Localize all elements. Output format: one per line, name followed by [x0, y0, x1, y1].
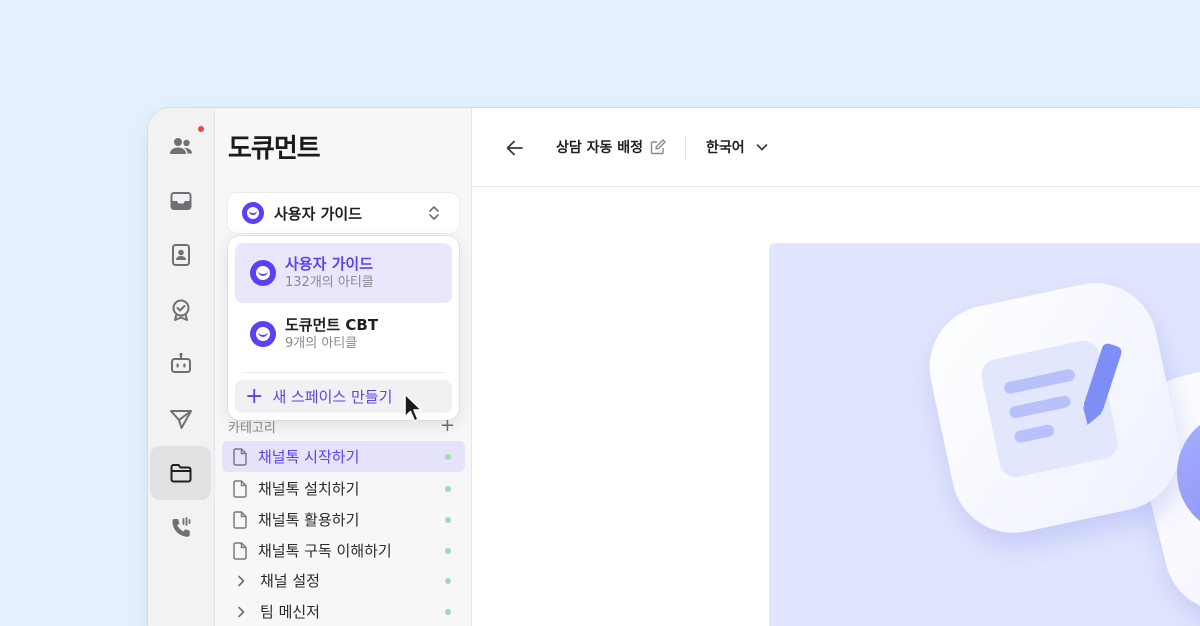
- dropdown-divider: [242, 372, 445, 373]
- hero-illustration: [769, 243, 1200, 626]
- space-logo-icon: [250, 260, 276, 286]
- team-icon: [169, 138, 192, 154]
- document-icon: [233, 541, 247, 560]
- badge-icon: [172, 299, 189, 321]
- rail-documents[interactable]: [150, 446, 211, 500]
- rail-send[interactable]: [150, 392, 211, 446]
- nav-item-team-messenger[interactable]: 팀 메신저: [222, 596, 465, 626]
- rail-inbox[interactable]: [150, 174, 211, 228]
- chevron-right-icon[interactable]: [234, 574, 248, 588]
- icon-rail: [148, 108, 215, 626]
- document-illustration: [929, 283, 1200, 611]
- space-option-count: 9개의 아티클: [285, 336, 358, 351]
- language-select[interactable]: 한국어: [706, 137, 745, 157]
- space-select[interactable]: 사용자 가이드: [228, 193, 459, 233]
- space-option-name: 사용자 가이드: [285, 255, 374, 273]
- space-logo-icon: [250, 321, 276, 347]
- nav-item-label: 채널톡 구독 이해하기: [258, 542, 392, 560]
- rail-bot[interactable]: [150, 337, 211, 391]
- nav-item-label: 채널톡 활용하기: [258, 511, 360, 529]
- contacts-icon: [171, 244, 190, 266]
- call-icon: [172, 517, 190, 537]
- category-header-label: 카테고리: [228, 421, 276, 436]
- back-arrow-icon[interactable]: [504, 137, 526, 159]
- nav-item-label: 채널톡 설치하기: [258, 480, 360, 498]
- bot-icon: [170, 352, 191, 373]
- nav-item-channel-settings[interactable]: 채널 설정: [222, 565, 465, 596]
- send-icon: [169, 410, 192, 429]
- space-select-label: 사용자 가이드: [274, 204, 363, 223]
- rail-contacts[interactable]: [150, 228, 211, 282]
- plus-icon: +: [245, 383, 264, 409]
- nav-item-start[interactable]: 채널톡 시작하기: [222, 441, 465, 472]
- document-icon: [233, 510, 247, 529]
- space-option-document-cbt[interactable]: 도큐먼트 CBT 9개의 아티클: [235, 304, 452, 364]
- edit-icon[interactable]: [650, 139, 666, 155]
- chevron-down-icon[interactable]: [754, 139, 770, 155]
- folder-icon: [170, 464, 191, 483]
- nav-item-label: 팀 메신저: [260, 603, 320, 621]
- sidebar-title: 도큐먼트: [228, 134, 321, 164]
- inbox-icon: [170, 192, 191, 210]
- rail-call[interactable]: [150, 501, 211, 555]
- document-title[interactable]: 상담 자동 배정: [556, 137, 643, 157]
- document-icon: [233, 479, 247, 498]
- nav-item-label: 채널 설정: [260, 572, 320, 590]
- mouse-cursor-icon: [404, 393, 423, 422]
- space-option-user-guide[interactable]: 사용자 가이드 132개의 아티클: [235, 243, 452, 303]
- status-dot: [445, 548, 451, 554]
- chevron-right-icon[interactable]: [234, 605, 248, 619]
- space-option-name: 도큐먼트 CBT: [285, 316, 379, 334]
- nav-item-use[interactable]: 채널톡 활용하기: [222, 504, 465, 535]
- nav-item-label: 채널톡 시작하기: [258, 448, 360, 466]
- status-dot: [445, 609, 451, 615]
- create-space-label: 새 스페이스 만들기: [272, 388, 393, 406]
- chevron-updown-icon: [429, 206, 439, 220]
- status-dot: [445, 486, 451, 492]
- status-dot: [445, 454, 451, 460]
- nav-item-install[interactable]: 채널톡 설치하기: [222, 473, 465, 504]
- document-icon: [233, 447, 247, 466]
- main-content: 상담 자동 배정 한국어: [472, 108, 1200, 626]
- status-dot: [445, 578, 451, 584]
- notification-dot: [198, 126, 204, 132]
- space-option-count: 132개의 아티클: [285, 275, 374, 290]
- space-logo-icon: [242, 202, 264, 224]
- status-dot: [445, 517, 451, 523]
- nav-item-subscription[interactable]: 채널톡 구독 이해하기: [222, 535, 465, 566]
- document-header: 상담 자동 배정 한국어: [472, 108, 1200, 187]
- header-divider: [685, 136, 686, 160]
- rail-badge[interactable]: [150, 283, 211, 337]
